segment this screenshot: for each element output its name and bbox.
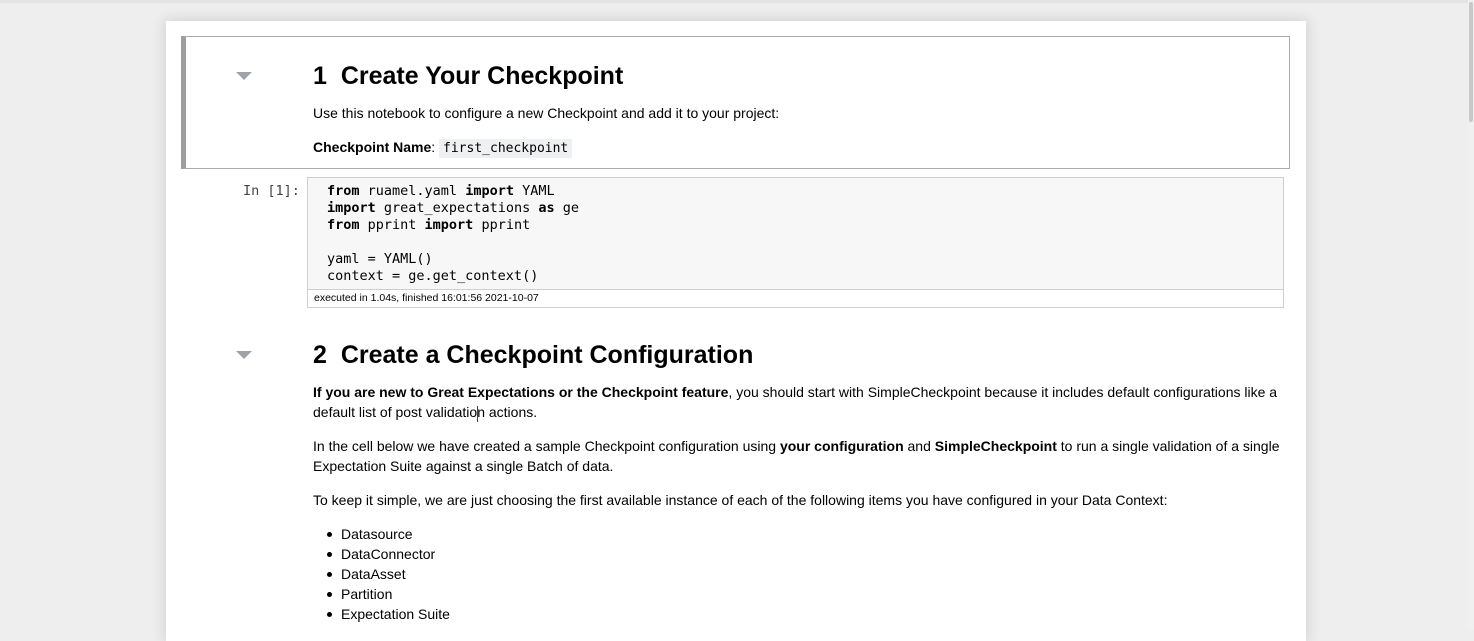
intro-paragraph: Use this notebook to configure a new Che… xyxy=(313,105,780,121)
checkpoint-name-line: Checkpoint Name: first_checkpoint xyxy=(313,137,1283,159)
paragraph-keep-simple: To keep it simple, we are just choosing … xyxy=(313,492,1168,508)
vertical-scrollbar[interactable] xyxy=(1468,0,1474,630)
heading-text: Create Your Checkpoint xyxy=(340,62,624,90)
paragraph-new-users: If you are new to Great Expectations or … xyxy=(313,382,1283,422)
code-line: from pprint import pprint xyxy=(327,217,531,233)
bold-text: SimpleCheckpoint xyxy=(934,438,1057,454)
colon: : xyxy=(431,139,436,155)
heading-number: 1 xyxy=(313,62,327,90)
input-prompt: In [1]: xyxy=(243,183,300,199)
heading-text: Create a Checkpoint Configuration xyxy=(340,341,754,369)
items-list: Datasource DataConnector DataAsset Parti… xyxy=(327,524,450,624)
paragraph-text: and xyxy=(903,438,935,454)
code-line: context = ge.get_context() xyxy=(327,268,539,284)
list-item: Datasource xyxy=(327,524,450,544)
execution-time-info: executed in 1.04s, finished 16:01:56 202… xyxy=(307,290,1284,308)
list-item: DataAsset xyxy=(327,564,450,584)
checkpoint-name-value: first_checkpoint xyxy=(439,139,573,158)
page-top-border xyxy=(0,0,1474,3)
list-item: Partition xyxy=(327,584,450,604)
checkpoint-name-label: Checkpoint Name xyxy=(313,139,432,155)
code-line: import great_expectations as ge xyxy=(327,200,579,216)
list-item: Expectation Suite xyxy=(327,606,450,622)
heading-number: 2 xyxy=(313,341,327,369)
list-item: DataConnector xyxy=(327,544,450,564)
caret-down-icon[interactable] xyxy=(236,351,252,359)
bold-text: your configuration xyxy=(779,438,904,454)
scrollbar-thumb[interactable] xyxy=(1469,2,1473,122)
text-cursor-icon xyxy=(477,406,479,422)
section-heading-1: 1 Create Your Checkpoint xyxy=(313,62,623,91)
section-heading-2: 2 Create a Checkpoint Configuration xyxy=(313,341,753,370)
caret-down-icon[interactable] xyxy=(236,72,252,80)
code-editor[interactable]: from ruamel.yaml import YAML import grea… xyxy=(307,177,1284,290)
bold-text: If you are new to Great Expectations or … xyxy=(313,384,729,400)
paragraph-text: In the cell below we have created a samp… xyxy=(313,438,780,454)
code-line: yaml = YAML() xyxy=(327,251,433,267)
code-line: from ruamel.yaml import YAML xyxy=(327,183,555,199)
paragraph-sample-config: In the cell below we have created a samp… xyxy=(313,436,1283,476)
